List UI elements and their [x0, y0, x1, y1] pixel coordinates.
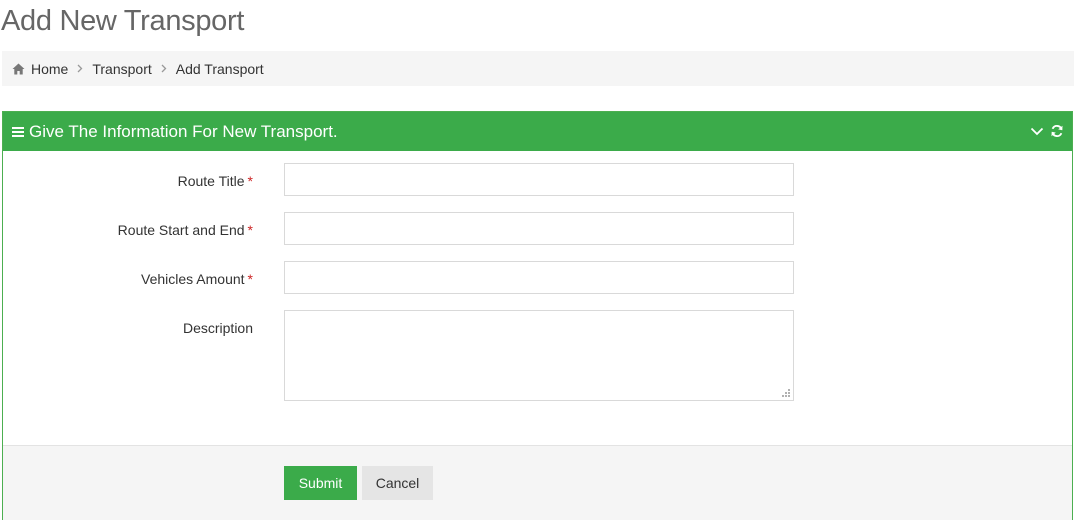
description-label: Description — [182, 320, 253, 336]
panel-tools — [1030, 124, 1064, 138]
breadcrumb-current: Add Transport — [175, 60, 264, 77]
cancel-button[interactable]: Cancel — [362, 466, 433, 500]
route-title-label: Route Title * — [177, 173, 253, 189]
chevron-right-icon — [161, 64, 167, 73]
submit-button[interactable]: Submit — [284, 466, 357, 500]
breadcrumb-home-link[interactable]: Home — [31, 61, 68, 77]
required-marker: * — [247, 271, 253, 287]
refresh-icon[interactable] — [1050, 124, 1064, 138]
resize-grip-icon[interactable] — [781, 385, 791, 397]
chevron-right-icon — [77, 64, 83, 73]
bars-icon — [12, 126, 24, 137]
required-marker: * — [247, 222, 253, 238]
required-marker: * — [247, 173, 253, 189]
transport-form-panel: Give The Information For New Transport. … — [2, 111, 1073, 520]
panel-heading: Give The Information For New Transport. — [3, 112, 1072, 151]
breadcrumb: Home Transport Add Transport — [2, 51, 1074, 86]
route-start-end-input[interactable] — [284, 212, 794, 245]
description-textarea[interactable] — [284, 310, 794, 401]
page-title: Add New Transport — [1, 5, 245, 37]
route-start-end-label: Route Start and End * — [117, 222, 253, 238]
route-title-input[interactable] — [284, 163, 794, 196]
panel-heading-title: Give The Information For New Transport. — [29, 121, 338, 141]
panel-footer: Submit Cancel — [3, 445, 1072, 520]
breadcrumb-transport-link[interactable]: Transport — [92, 61, 151, 77]
vehicles-amount-label: Vehicles Amount * — [141, 271, 253, 287]
home-icon — [12, 63, 25, 75]
vehicles-amount-input[interactable] — [284, 261, 794, 294]
chevron-down-icon[interactable] — [1030, 124, 1044, 138]
